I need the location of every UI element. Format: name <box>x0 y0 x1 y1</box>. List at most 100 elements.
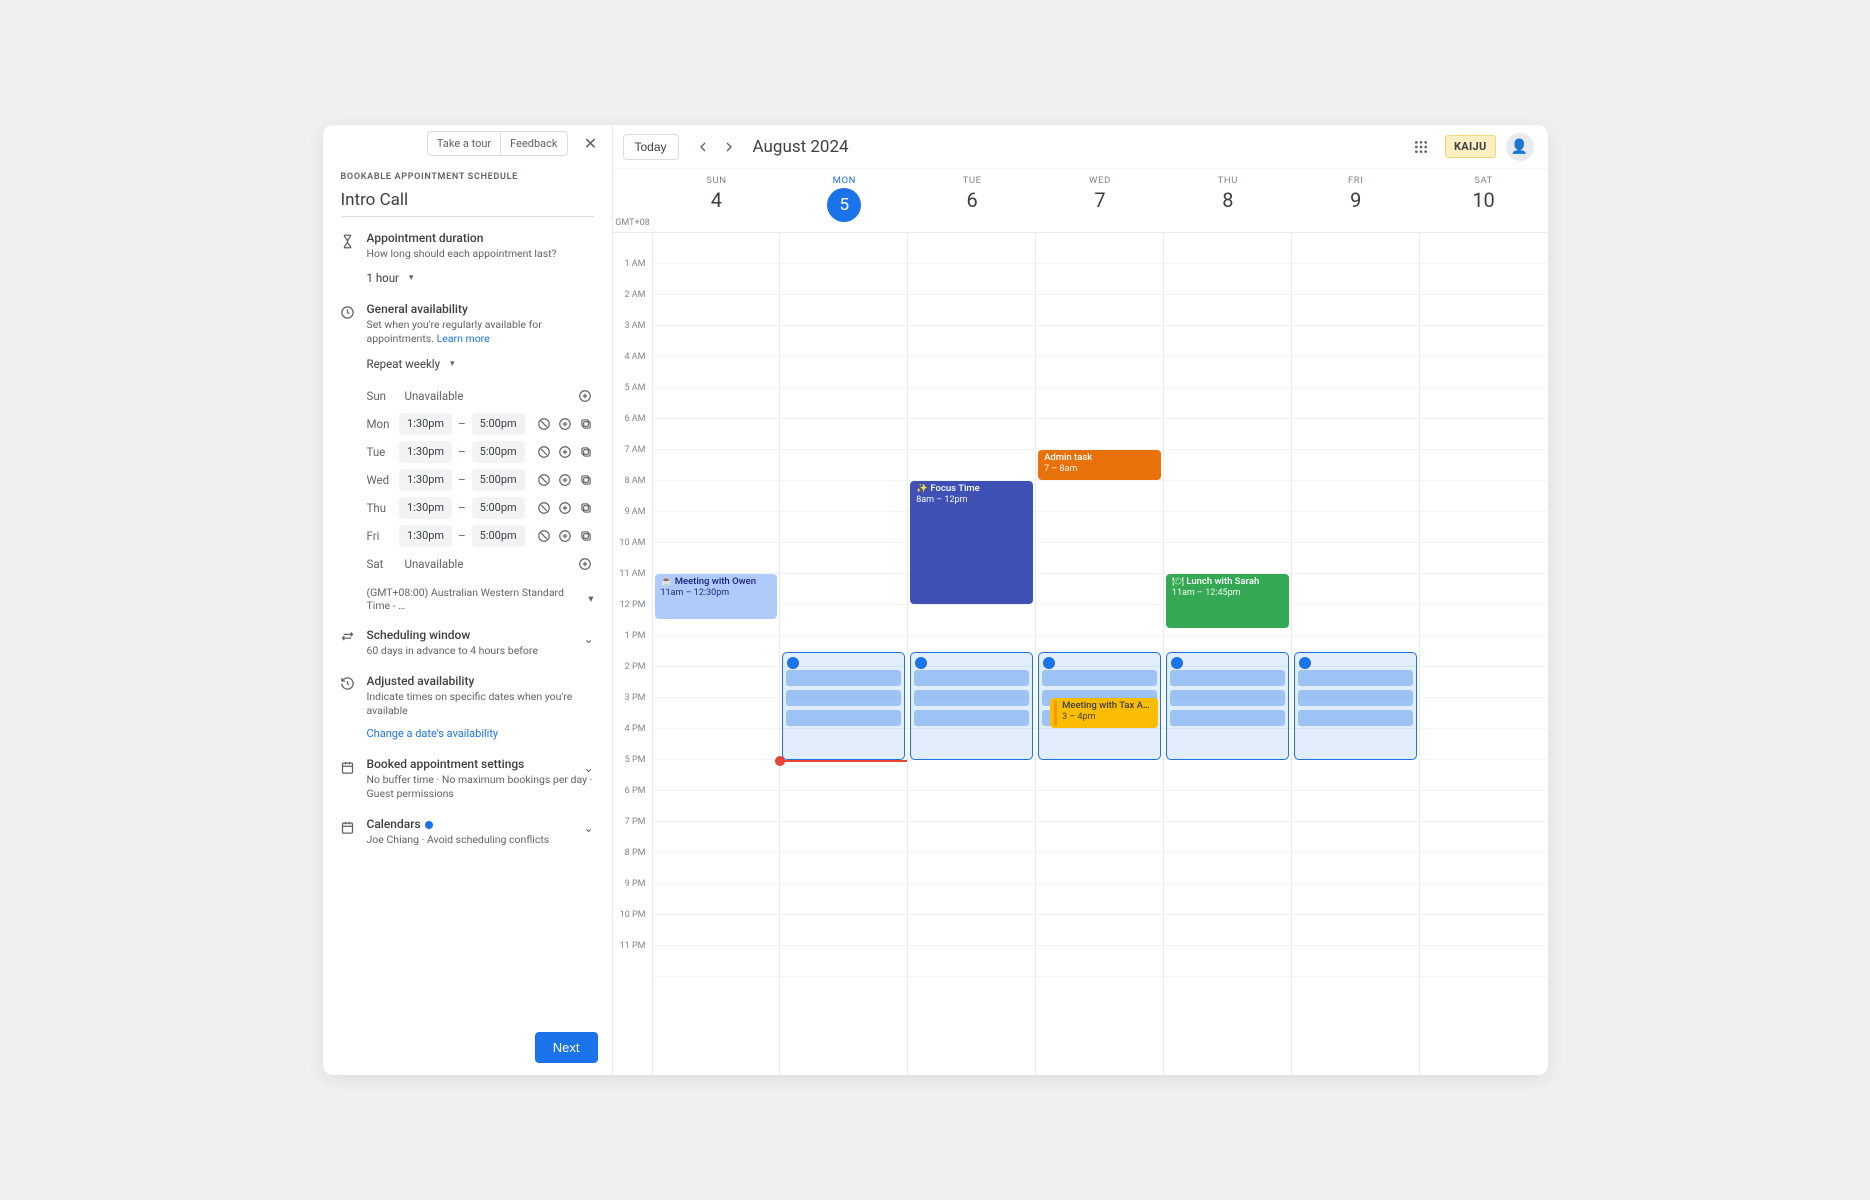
section-adjusted-availability: Adjusted availability Indicate times on … <box>341 674 594 741</box>
calendar-app: Take a tour Feedback ✕ BOOKABLE APPOINTM… <box>323 125 1548 1075</box>
hour-label: 11 PM <box>613 941 652 972</box>
hour-label: 1 PM <box>613 631 652 662</box>
calendar-event[interactable]: ✨ Focus Time8am – 12pm <box>910 481 1033 604</box>
remove-availability-icon[interactable] <box>537 443 552 461</box>
chevron-down-icon[interactable]: ⌄ <box>583 761 593 775</box>
end-time-input[interactable]: 5:00pm <box>472 497 525 519</box>
change-date-availability-link[interactable]: Change a date's availability <box>367 727 499 740</box>
hour-label: 5 AM <box>613 383 652 414</box>
add-availability-icon[interactable] <box>558 415 573 433</box>
day-col-tue[interactable]: ✨ Focus Time8am – 12pm <box>908 233 1036 1075</box>
add-availability-icon[interactable] <box>558 499 573 517</box>
week-grid[interactable]: 1 AM2 AM3 AM4 AM5 AM6 AM7 AM8 AM9 AM10 A… <box>613 233 1548 1075</box>
day-header[interactable]: TUE6 <box>908 169 1036 232</box>
calendar-event[interactable]: Admin task7 – 8am <box>1038 450 1161 480</box>
schedule-title-input[interactable]: Intro Call <box>341 186 594 217</box>
take-a-tour-button[interactable]: Take a tour <box>428 132 500 155</box>
section-duration: Appointment duration How long should eac… <box>341 231 594 286</box>
day-header[interactable]: WED7 <box>1036 169 1164 232</box>
remove-availability-icon[interactable] <box>537 471 552 489</box>
tour-feedback-toggle: Take a tour Feedback <box>427 131 568 156</box>
end-time-input[interactable]: 5:00pm <box>472 441 525 463</box>
calendar-event[interactable]: Meeting with Tax Agent3 – 4pm <box>1050 698 1158 728</box>
today-button[interactable]: Today <box>623 134 679 160</box>
learn-more-link[interactable]: Learn more <box>437 332 490 345</box>
chevron-down-icon[interactable]: ⌄ <box>583 632 593 646</box>
section-calendars[interactable]: Calendars Joe Chiang · Avoid scheduling … <box>341 817 594 847</box>
add-availability-icon[interactable] <box>558 471 573 489</box>
add-availability-icon[interactable] <box>576 555 594 573</box>
chevron-down-icon[interactable]: ⌄ <box>583 821 593 835</box>
feedback-button[interactable]: Feedback <box>500 132 566 155</box>
day-col-mon[interactable] <box>780 233 908 1075</box>
copy-availability-icon[interactable] <box>579 527 594 545</box>
day-header[interactable]: MON5 <box>780 169 908 232</box>
start-time-input[interactable]: 1:30pm <box>399 441 452 463</box>
hour-label: 10 AM <box>613 538 652 569</box>
start-time-input[interactable]: 1:30pm <box>399 413 452 435</box>
copy-availability-icon[interactable] <box>579 415 594 433</box>
account-avatar[interactable]: 👤 <box>1506 133 1534 161</box>
start-time-input[interactable]: 1:30pm <box>399 497 452 519</box>
day-header[interactable]: SAT10 <box>1420 169 1548 232</box>
availability-row: Thu1:30pm–5:00pm <box>367 494 594 522</box>
day-header[interactable]: THU8 <box>1164 169 1292 232</box>
calendar-event[interactable]: ☕ Meeting with Owen11am – 12:30pm <box>655 574 778 619</box>
add-availability-icon[interactable] <box>558 443 573 461</box>
repeat-dropdown[interactable]: Repeat weekly <box>367 357 455 371</box>
availability-day-label: Sat <box>367 557 399 571</box>
month-label[interactable]: August 2024 <box>753 137 849 157</box>
hour-label: 4 PM <box>613 724 652 755</box>
day-col-fri[interactable] <box>1292 233 1420 1075</box>
copy-availability-icon[interactable] <box>579 471 594 489</box>
calendar-event[interactable]: 🍽 Lunch with Sarah11am – 12:45pm <box>1166 574 1289 628</box>
copy-availability-icon[interactable] <box>579 499 594 517</box>
day-col-sat[interactable] <box>1420 233 1548 1075</box>
end-time-input[interactable]: 5:00pm <box>472 469 525 491</box>
end-time-input[interactable]: 5:00pm <box>472 413 525 435</box>
appointment-slot-block[interactable] <box>782 652 905 760</box>
schedule-chip-icon <box>1043 657 1055 669</box>
availability-unavailable: Unavailable <box>405 557 464 571</box>
section-scheduling-window[interactable]: Scheduling window 60 days in advance to … <box>341 628 594 658</box>
calendar-icon <box>339 818 357 836</box>
hour-label: 11 AM <box>613 569 652 600</box>
start-time-input[interactable]: 1:30pm <box>399 525 452 547</box>
hour-label: 6 PM <box>613 786 652 817</box>
day-col-sun[interactable]: ☕ Meeting with Owen11am – 12:30pm <box>653 233 781 1075</box>
availability-day-label: Wed <box>367 473 394 487</box>
availability-day-label: Sun <box>367 389 399 403</box>
availability-day-label: Thu <box>367 501 394 515</box>
appointment-slot-block[interactable] <box>1294 652 1417 760</box>
availability-row: Wed1:30pm–5:00pm <box>367 466 594 494</box>
add-availability-icon[interactable] <box>558 527 573 545</box>
time-gutter: 1 AM2 AM3 AM4 AM5 AM6 AM7 AM8 AM9 AM10 A… <box>613 233 653 1075</box>
add-availability-icon[interactable] <box>576 387 594 405</box>
hour-label: 7 AM <box>613 445 652 476</box>
day-header[interactable]: FRI9 <box>1292 169 1420 232</box>
timezone-dropdown[interactable]: (GMT+08:00) Australian Western Standard … <box>367 586 594 612</box>
next-button[interactable]: Next <box>535 1032 598 1063</box>
appointment-schedule-panel: Take a tour Feedback ✕ BOOKABLE APPOINTM… <box>323 125 613 1075</box>
hour-label: 3 PM <box>613 693 652 724</box>
end-time-input[interactable]: 5:00pm <box>472 525 525 547</box>
apps-grid-icon[interactable] <box>1407 133 1435 161</box>
section-booked-settings[interactable]: Booked appointment settings No buffer ti… <box>341 757 594 801</box>
next-week-button[interactable] <box>717 135 741 159</box>
availability-row: Tue1:30pm–5:00pm <box>367 438 594 466</box>
appointment-slot-block[interactable] <box>910 652 1033 760</box>
close-icon[interactable]: ✕ <box>580 133 602 155</box>
appointment-slot-block[interactable] <box>1166 652 1289 760</box>
remove-availability-icon[interactable] <box>537 499 552 517</box>
prev-week-button[interactable] <box>691 135 715 159</box>
copy-availability-icon[interactable] <box>579 443 594 461</box>
day-col-thu[interactable]: 🍽 Lunch with Sarah11am – 12:45pm <box>1164 233 1292 1075</box>
hour-label: 10 PM <box>613 910 652 941</box>
day-col-wed[interactable]: Admin task7 – 8am Meeting with Tax Agent3… <box>1036 233 1164 1075</box>
section-availability: General availability Set when you're reg… <box>341 302 594 611</box>
start-time-input[interactable]: 1:30pm <box>399 469 452 491</box>
remove-availability-icon[interactable] <box>537 527 552 545</box>
day-header[interactable]: SUN4 <box>653 169 781 232</box>
remove-availability-icon[interactable] <box>537 415 552 433</box>
duration-dropdown[interactable]: 1 hour <box>367 271 414 285</box>
